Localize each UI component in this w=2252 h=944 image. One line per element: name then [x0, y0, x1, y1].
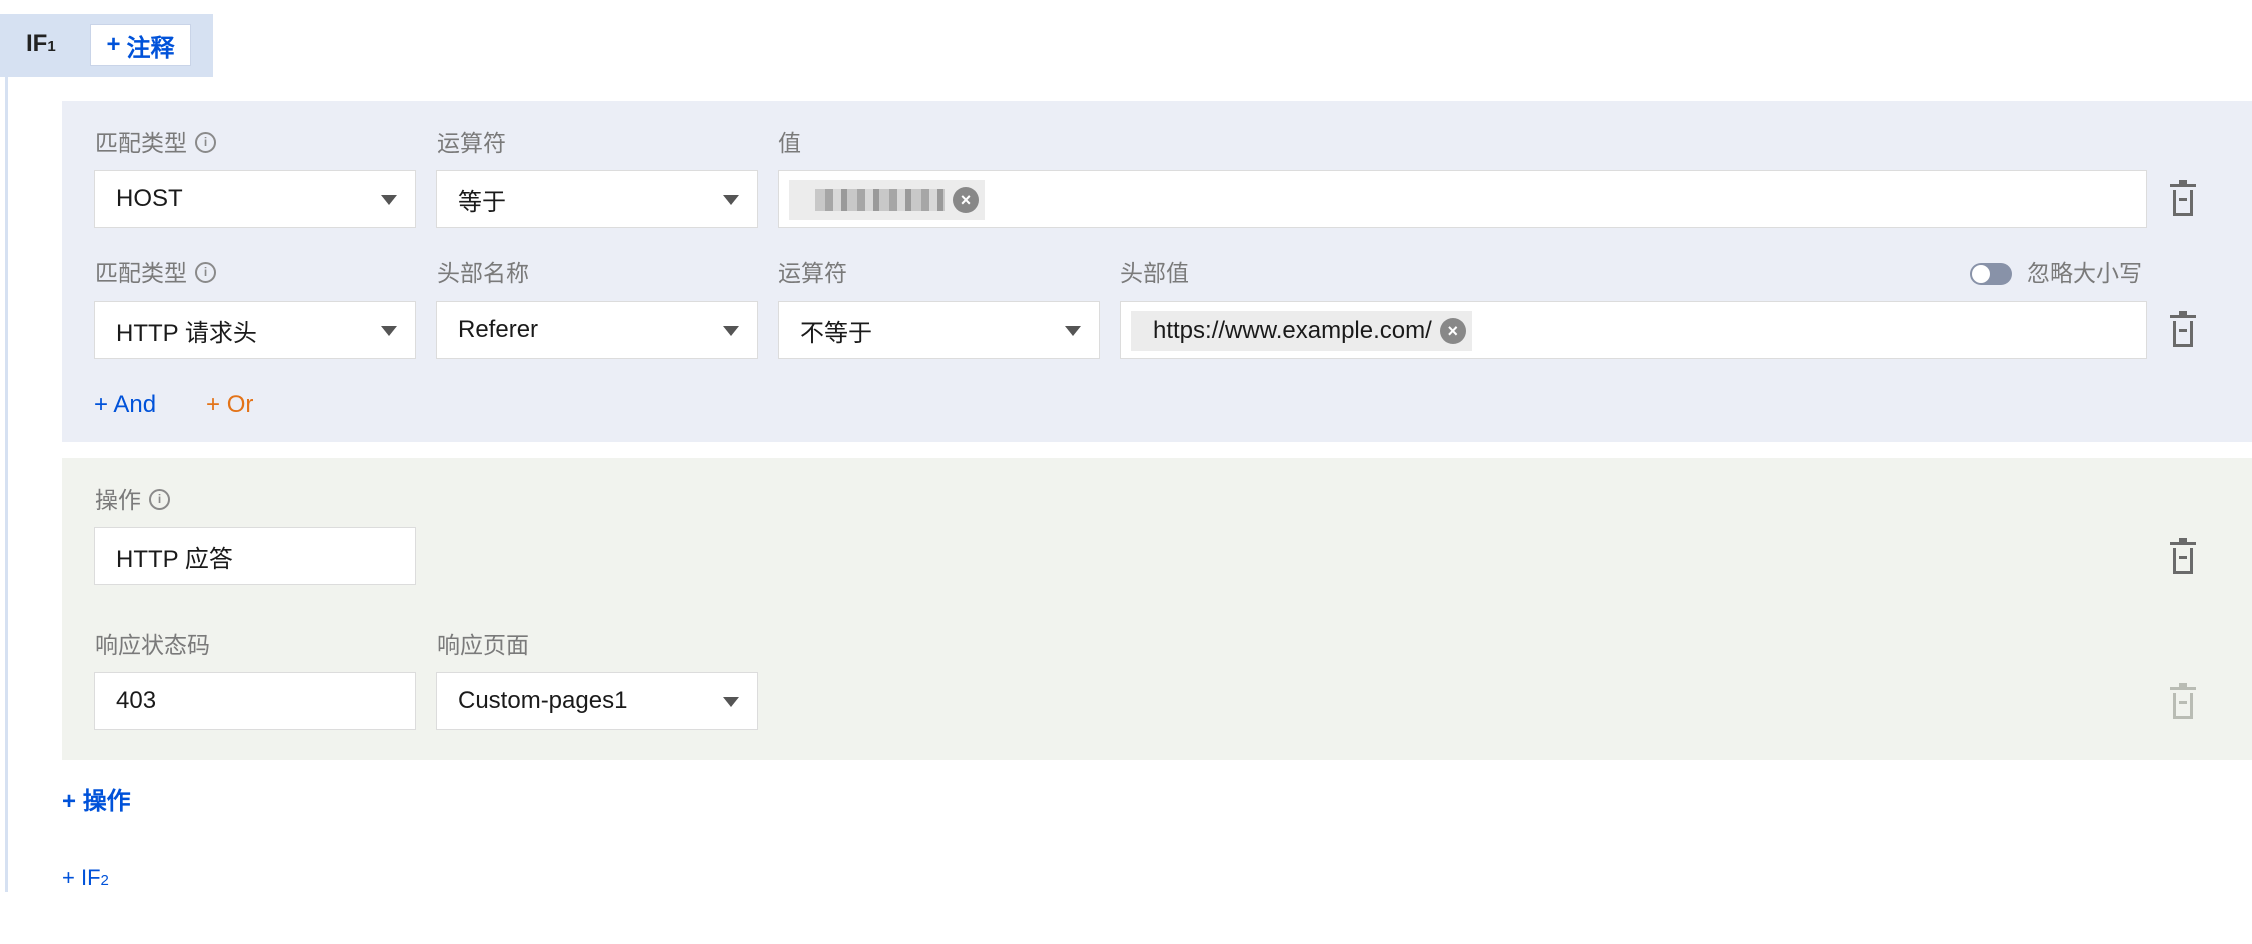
operator-label-2: 运算符: [778, 260, 847, 286]
header-value-label: 头部值: [1120, 260, 1189, 286]
trash-icon[interactable]: [2170, 538, 2196, 574]
trash-icon: [2170, 683, 2196, 719]
value-tag: ×: [789, 180, 985, 220]
info-circle-icon[interactable]: i: [149, 489, 170, 511]
caret-down-icon: [1065, 326, 1081, 336]
redacted-value: [815, 189, 945, 211]
info-circle-icon[interactable]: i: [195, 262, 216, 284]
caret-down-icon: [723, 195, 739, 205]
value-label-1: 值: [778, 130, 801, 156]
ignore-case-label: 忽略大小写: [2027, 260, 2142, 286]
trash-icon[interactable]: [2170, 311, 2196, 347]
trash-icon[interactable]: [2170, 180, 2196, 216]
status-code-label: 响应状态码: [95, 632, 210, 658]
header-name-label: 头部名称: [437, 260, 529, 286]
close-circle-icon[interactable]: ×: [1439, 318, 1466, 344]
header-name-select[interactable]: Referer: [436, 301, 758, 359]
header-value-tag-input[interactable]: https://www.example.com/ ×: [1120, 301, 2147, 359]
info-circle-icon[interactable]: i: [195, 132, 216, 154]
plus-icon: +: [62, 865, 81, 890]
plus-icon: +: [62, 788, 83, 815]
response-page-select[interactable]: Custom-pages1: [436, 672, 758, 730]
plus-icon: +: [94, 391, 114, 418]
rule-divider: [5, 77, 8, 892]
header-value-tag: https://www.example.com/ ×: [1131, 311, 1472, 351]
operator-label-1: 运算符: [437, 130, 506, 156]
caret-down-icon: [723, 326, 739, 336]
add-if-button[interactable]: + IF2: [62, 865, 109, 891]
caret-down-icon: [381, 326, 397, 336]
close-circle-icon[interactable]: ×: [953, 187, 979, 213]
if-label: IF1: [26, 30, 56, 57]
caret-down-icon: [723, 697, 739, 707]
operation-field[interactable]: HTTP 应答: [94, 527, 416, 585]
caret-down-icon: [381, 195, 397, 205]
operator-select-1[interactable]: 等于: [436, 170, 758, 228]
ignore-case-toggle[interactable]: [1970, 263, 2012, 285]
plus-icon: +: [106, 31, 121, 58]
match-type-select-2[interactable]: HTTP 请求头: [94, 301, 416, 359]
match-type-select-1[interactable]: HOST: [94, 170, 416, 228]
add-operation-button[interactable]: + 操作: [62, 781, 131, 816]
plus-icon: +: [206, 391, 227, 418]
value-tag-input-1[interactable]: ×: [778, 170, 2147, 228]
match-type-label-1: 匹配类型 i: [95, 132, 216, 155]
operator-select-2[interactable]: 不等于: [778, 301, 1100, 359]
response-page-label: 响应页面: [437, 632, 529, 658]
add-note-button[interactable]: + 注释: [90, 24, 191, 66]
status-code-input[interactable]: 403: [94, 672, 416, 730]
match-type-label-2: 匹配类型 i: [95, 262, 216, 285]
add-or-button[interactable]: + Or: [206, 391, 253, 419]
operation-label: 操作 i: [95, 489, 170, 512]
add-and-button[interactable]: + And: [94, 391, 156, 419]
